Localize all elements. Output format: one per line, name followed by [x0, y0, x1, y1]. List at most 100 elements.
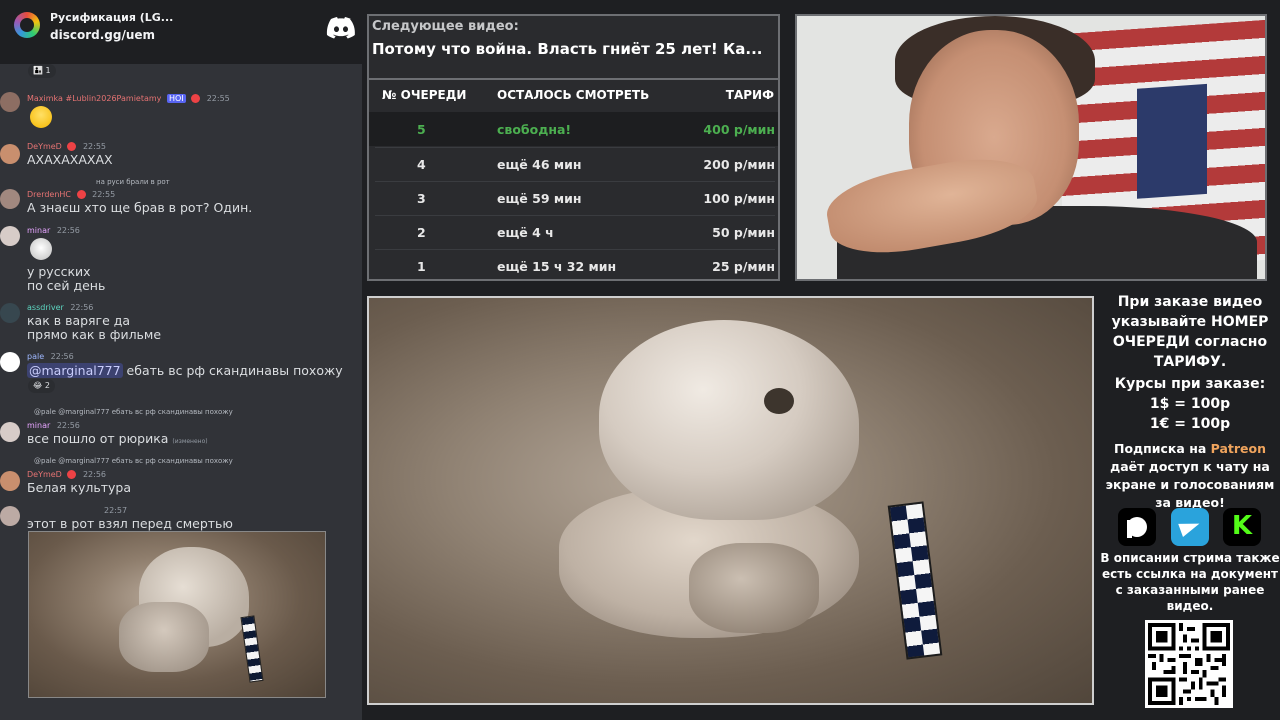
reply-preview[interactable]: @pale @marginal777 ебать вс рф скандинав…	[34, 408, 233, 416]
message-text: все пошло от рюрика (изменено)	[27, 431, 208, 446]
avatar[interactable]	[0, 226, 20, 246]
rate-eur: 1€ = 100р	[1149, 416, 1231, 432]
queue-num: 1	[417, 259, 426, 274]
qr-code[interactable]	[1145, 620, 1233, 708]
queue-remaining: свободна!	[497, 122, 572, 137]
username[interactable]: Maximka #Lublin2026Pamietamy	[27, 94, 161, 103]
reaction-emoji: 👨‍👦	[33, 66, 43, 75]
message-text: этот в рот взял перед смертью	[27, 516, 233, 531]
edited-label: (изменено)	[172, 438, 208, 445]
message-meta: DeYmeD 22:56	[27, 470, 106, 479]
server-link[interactable]: discord.gg/uem	[50, 28, 155, 42]
sub-suffix: даёт доступ к чату на экране и голосован…	[1105, 459, 1275, 510]
queue-row: 1 ещё 15 ч 32 мин 25 р/мин	[369, 249, 778, 283]
chat-panel: Русификация (LG... discord.gg/uem 👨‍👦 1 …	[0, 0, 362, 720]
qr-code-pattern	[1148, 623, 1230, 705]
queue-tariff: 200 р/мин	[703, 157, 775, 172]
message-meta: DeYmeD 22:55	[27, 142, 106, 151]
username[interactable]: DrerdenHC	[27, 190, 71, 199]
reaction-chip[interactable]: 👨‍👦 1	[28, 64, 56, 78]
kick-icon[interactable]	[1223, 508, 1261, 546]
sub-prefix: Подписка на	[1113, 441, 1211, 456]
message-meta: pale 22:56	[27, 352, 74, 361]
laugh-emoji-icon: 😂	[33, 381, 43, 390]
message-body: ебать вс рф скандинавы похожу	[122, 363, 343, 378]
timestamp: 22:56	[70, 303, 94, 312]
queue-remaining: ещё 4 ч	[497, 225, 554, 240]
queue-row: 3 ещё 59 мин 100 р/мин	[369, 181, 778, 215]
queue-num: 3	[417, 191, 426, 206]
timestamp: 22:55	[206, 94, 230, 103]
message-meta: minar 22:56	[27, 226, 80, 235]
badge-icon	[191, 94, 201, 103]
queue-row: 2 ещё 4 ч 50 р/мин	[369, 215, 778, 249]
timestamp: 22:57	[104, 506, 128, 515]
message-text: у русских	[27, 264, 91, 279]
message-meta: Maximka #Lublin2026Pamietamy HOI 22:55	[27, 94, 230, 103]
rates-title: Курсы при заказе:	[1114, 376, 1266, 392]
message-text: Белая культура	[27, 480, 131, 495]
queue-remaining: ещё 46 мин	[497, 157, 582, 172]
username[interactable]: pale	[27, 352, 44, 361]
message-meta: assdriver 22:56	[27, 303, 93, 312]
jaw-image	[119, 602, 209, 672]
badge-icon	[67, 470, 77, 479]
reply-preview[interactable]: @pale @marginal777 ебать вс рф скандинав…	[34, 457, 233, 465]
subscription-info: Подписка на Patreon даёт доступ к чату н…	[1100, 440, 1280, 512]
telegram-icon[interactable]	[1171, 508, 1209, 546]
queue-num: 2	[417, 225, 426, 240]
message-meta: minar 22:56	[27, 421, 80, 430]
avatar[interactable]	[0, 352, 20, 372]
patreon-icon[interactable]	[1118, 508, 1156, 546]
user-tag: HOI	[166, 94, 186, 103]
discord-icon	[326, 17, 355, 39]
timestamp: 22:56	[56, 421, 80, 430]
next-video-label: Следующее видео:	[372, 19, 519, 34]
col-header-tariff: ТАРИФ	[725, 88, 774, 102]
webcam-feed	[795, 14, 1267, 281]
avatar[interactable]	[0, 471, 20, 491]
avatar[interactable]	[0, 422, 20, 442]
timestamp: 22:55	[82, 142, 106, 151]
message-body: все пошло от рюрика	[27, 431, 169, 446]
user-mention[interactable]: @marginal777	[27, 363, 123, 378]
avatar[interactable]	[0, 506, 20, 526]
chat-image-attachment[interactable]	[28, 531, 326, 698]
avatar[interactable]	[0, 303, 20, 323]
main-video-image	[367, 296, 1094, 705]
reply-preview[interactable]: на руси брали в рот	[96, 178, 170, 186]
message-text: АХАХАХАХАХ	[27, 152, 113, 167]
reaction-count: 2	[44, 381, 50, 390]
timestamp: 22:56	[82, 470, 106, 479]
chat-header: Русификация (LG... discord.gg/uem	[0, 0, 362, 64]
queue-row: 4 ещё 46 мин 200 р/мин	[369, 147, 778, 181]
server-icon[interactable]	[14, 12, 40, 38]
avatar[interactable]	[0, 92, 20, 112]
message-meta: DrerdenHC 22:55	[27, 190, 115, 199]
bone-image	[689, 543, 819, 633]
username[interactable]: DeYmeD	[27, 470, 62, 479]
queue-tariff: 50 р/мин	[712, 225, 775, 240]
scale-ruler	[887, 501, 943, 660]
message-text: по сей день	[27, 278, 106, 293]
avatar[interactable]	[0, 189, 20, 209]
username[interactable]: minar	[27, 421, 50, 430]
username[interactable]: DeYmeD	[27, 142, 62, 151]
username[interactable]: assdriver	[27, 303, 64, 312]
description-note: В описании стрима также есть ссылка на д…	[1100, 551, 1280, 613]
message-text: прямо как в фильме	[27, 327, 162, 342]
avatar[interactable]	[0, 144, 20, 164]
scale-ruler	[240, 615, 264, 683]
order-instructions: При заказе видео указывайте НОМЕР ОЧЕРЕД…	[1111, 294, 1269, 370]
username[interactable]: minar	[27, 226, 50, 235]
message-text: А знаєш хто ще брав в рот? Один.	[27, 200, 253, 215]
skull-image	[599, 320, 859, 520]
timestamp: 22:56	[50, 352, 74, 361]
patreon-link[interactable]: Patreon	[1211, 441, 1266, 456]
timestamp: 22:55	[92, 190, 116, 199]
message-text: как в варяге да	[27, 313, 131, 328]
reaction-chip[interactable]: 😂 2	[28, 379, 55, 393]
troll-face-icon	[30, 238, 52, 260]
message-meta: 22:57	[100, 506, 127, 515]
queue-panel: Следующее видео: Потому что война. Власт…	[367, 14, 780, 281]
